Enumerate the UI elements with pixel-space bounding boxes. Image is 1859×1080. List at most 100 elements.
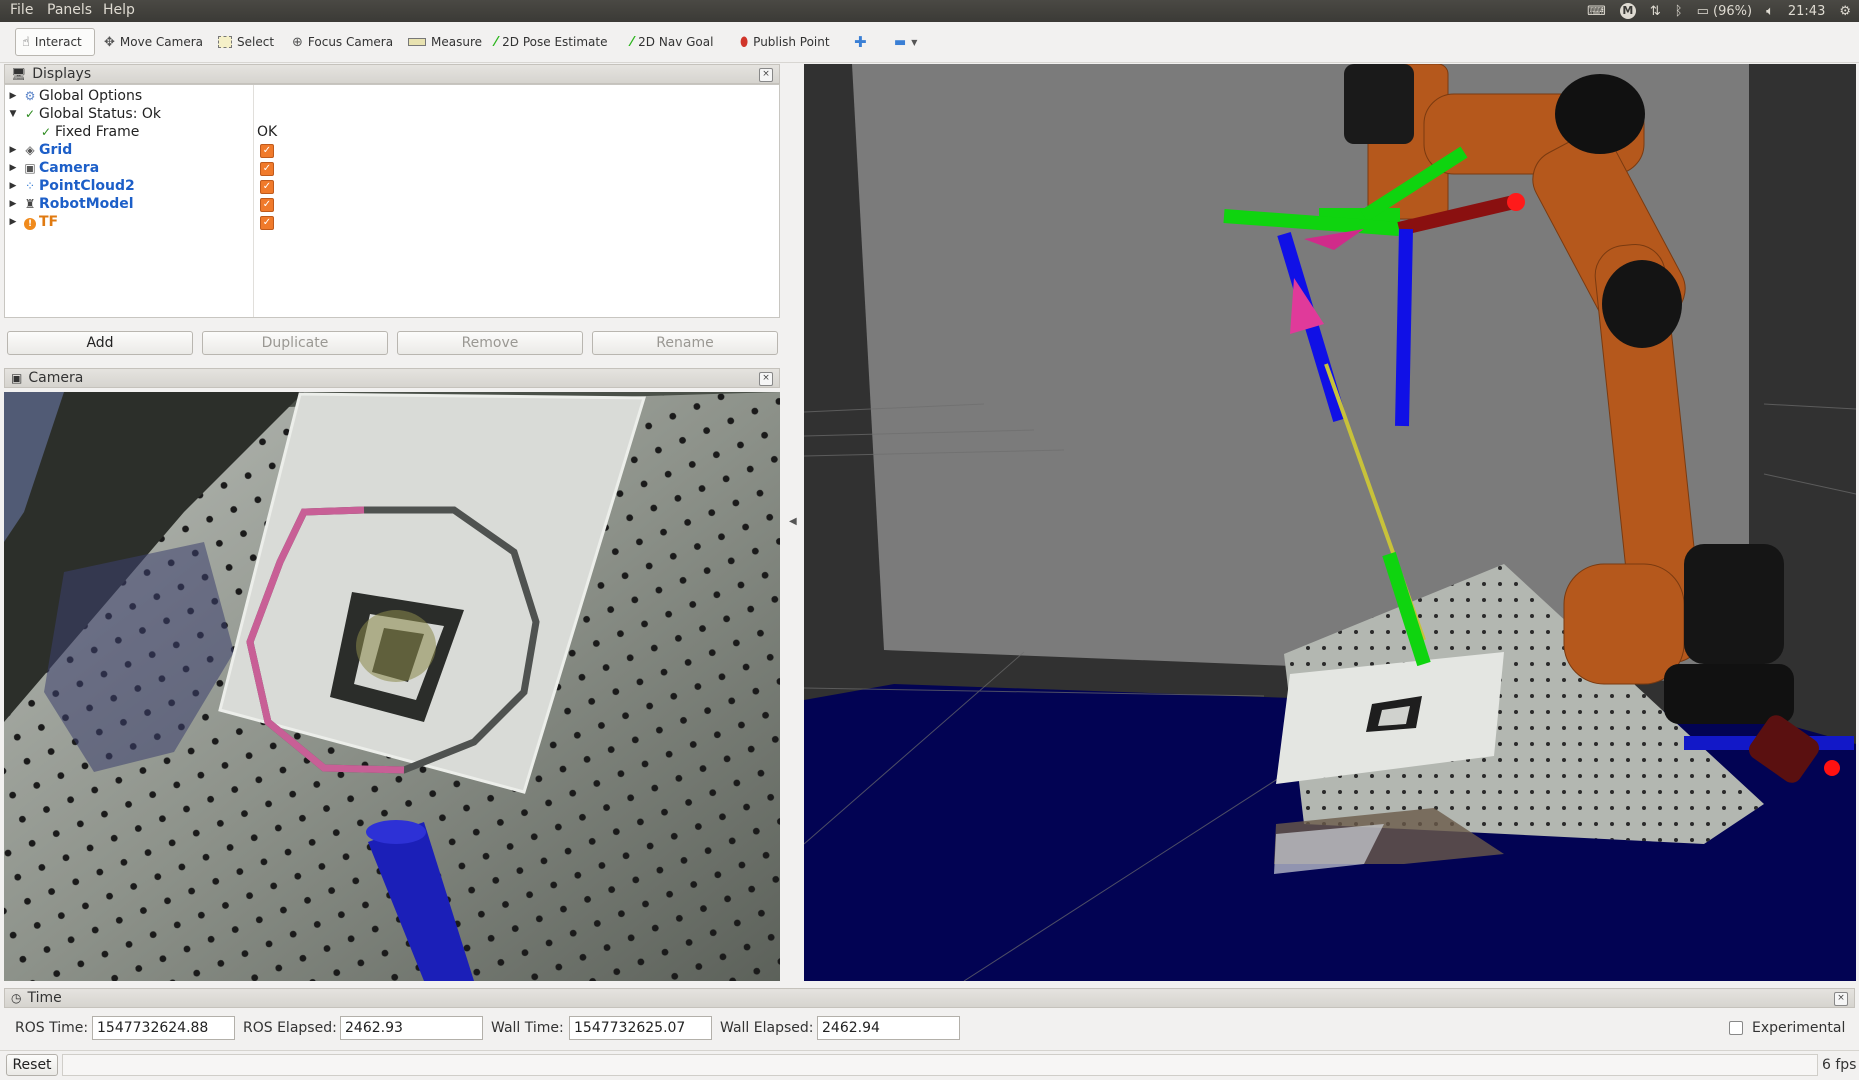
checkmark-icon: ✓	[40, 125, 52, 139]
close-icon[interactable]: ×	[759, 68, 773, 82]
tree-item-global-status[interactable]: ▼ ✓ Global Status: Ok	[5, 105, 161, 123]
clock[interactable]: 21:43	[1788, 4, 1825, 19]
menu-file[interactable]: File	[10, 2, 33, 18]
tree-label: Grid	[39, 142, 73, 158]
mail-m-icon[interactable]: M	[1619, 3, 1636, 19]
tree-item-camera[interactable]: ▶ ▣ Camera	[5, 159, 100, 177]
battery-indicator[interactable]: ▭ (96%)	[1697, 4, 1752, 19]
camera-icon: ▣	[24, 161, 36, 175]
time-panel-header: ◷ Time ×	[4, 988, 1855, 1008]
gear-icon[interactable]: ⚙	[1839, 4, 1851, 19]
tool-move-camera[interactable]: ✥ Move Camera	[98, 28, 209, 56]
wall-time-label: Wall Time:	[491, 1020, 564, 1036]
fixed-frame-value: OK	[257, 124, 278, 140]
battery-percent: (96%)	[1713, 3, 1753, 19]
add-tool-button[interactable]: ✚	[848, 28, 873, 56]
collapse-arrow-icon[interactable]: ▼	[5, 109, 21, 119]
menu-panels[interactable]: Panels	[47, 2, 92, 18]
volume-icon[interactable]: 🔈︎	[1766, 4, 1774, 19]
wall-elapsed-field[interactable]: 2462.94	[817, 1016, 960, 1040]
3d-render-view[interactable]	[804, 64, 1856, 981]
hand-cursor-icon: ☝	[22, 34, 30, 50]
plus-icon: ✚	[854, 33, 867, 51]
remove-tool-button[interactable]: ▬ ▼	[888, 28, 923, 56]
tool-publish-point[interactable]: ⬮ Publish Point	[734, 28, 836, 56]
network-icon[interactable]: ⇅	[1650, 4, 1661, 19]
status-message-area	[62, 1054, 1818, 1076]
ros-time-field[interactable]: 1547732624.88	[92, 1016, 235, 1040]
menu-help[interactable]: Help	[103, 2, 135, 18]
ros-elapsed-field[interactable]: 2462.93	[340, 1016, 483, 1040]
minus-icon: ▬	[894, 34, 907, 50]
grid-enabled-checkbox[interactable]: ✓	[260, 144, 274, 158]
expand-arrow-icon[interactable]: ▶	[5, 145, 21, 155]
gear-icon: ⚙	[24, 89, 36, 103]
ros-time-label: ROS Time:	[15, 1020, 89, 1036]
clock-icon: ◷	[11, 991, 22, 1005]
tool-2d-pose-estimate[interactable]: ⁄ 2D Pose Estimate	[489, 28, 613, 56]
remove-button[interactable]: Remove	[397, 331, 583, 355]
close-icon[interactable]: ×	[1834, 992, 1848, 1006]
wall-elapsed-label: Wall Elapsed:	[720, 1020, 814, 1036]
tree-item-pointcloud2[interactable]: ▶ ⁘ PointCloud2	[5, 177, 135, 195]
displays-tree: ▶ ⚙ Global Options ▼ ✓ Global Status: Ok…	[4, 84, 780, 318]
expand-arrow-icon[interactable]: ▶	[5, 181, 21, 191]
robotmodel-enabled-checkbox[interactable]: ✓	[260, 198, 274, 212]
keyboard-icon[interactable]: ⌨	[1587, 4, 1606, 19]
wall-time-field[interactable]: 1547732625.07	[569, 1016, 712, 1040]
robot-icon: ♜	[24, 197, 36, 211]
pointcloud2-enabled-checkbox[interactable]: ✓	[260, 180, 274, 194]
green-arrow-icon: ⁄	[495, 34, 498, 50]
monitor-icon: 🖥︎	[11, 67, 27, 81]
displays-title: Displays	[32, 66, 92, 82]
experimental-label: Experimental	[1752, 1020, 1846, 1036]
tree-label: Camera	[39, 160, 100, 176]
tf-enabled-checkbox[interactable]: ✓	[260, 216, 274, 230]
tree-item-tf[interactable]: ▶ ! TF	[5, 213, 59, 231]
toolbar: ☝ Interact ✥ Move Camera Select ⊕ Focus Cam…	[0, 22, 1859, 63]
tool-label: 2D Pose Estimate	[502, 35, 608, 49]
camera-enabled-checkbox[interactable]: ✓	[260, 162, 274, 176]
expand-arrow-icon[interactable]: ▶	[5, 163, 21, 173]
tool-measure[interactable]: Measure	[402, 28, 488, 56]
time-title: Time	[27, 990, 62, 1006]
camera-image-view[interactable]	[4, 392, 780, 981]
displays-panel-header: 🖥︎ Displays ×	[4, 64, 780, 84]
reset-button[interactable]: Reset	[6, 1054, 58, 1076]
bluetooth-icon[interactable]: ᛒ	[1675, 4, 1683, 19]
tree-item-fixed-frame[interactable]: ✓ Fixed Frame	[37, 123, 139, 141]
ros-elapsed-label: ROS Elapsed:	[243, 1020, 337, 1036]
tool-2d-nav-goal[interactable]: ⁄ 2D Nav Goal	[625, 28, 719, 56]
status-bar: Reset 6 fps	[0, 1050, 1859, 1080]
tree-label: Global Status: Ok	[39, 106, 162, 122]
chevron-down-icon: ▼	[911, 37, 918, 47]
battery-icon: ▭	[1696, 3, 1709, 19]
tree-label: PointCloud2	[39, 178, 135, 194]
tree-item-grid[interactable]: ▶ ◈ Grid	[5, 141, 73, 159]
tool-select[interactable]: Select	[212, 28, 280, 56]
splitter-left-arrow-icon[interactable]: ◀	[789, 516, 797, 527]
tree-label: TF	[39, 214, 59, 230]
duplicate-button[interactable]: Duplicate	[202, 331, 388, 355]
experimental-checkbox[interactable]	[1729, 1021, 1743, 1035]
tool-label: Focus Camera	[307, 35, 394, 49]
expand-arrow-icon[interactable]: ▶	[5, 217, 21, 227]
expand-arrow-icon[interactable]: ▶	[5, 199, 21, 209]
move-camera-icon: ✥	[104, 34, 115, 50]
tool-interact[interactable]: ☝ Interact	[15, 28, 95, 56]
tool-label: 2D Nav Goal	[638, 35, 714, 49]
tree-item-robotmodel[interactable]: ▶ ♜ RobotModel	[5, 195, 134, 213]
close-icon[interactable]: ×	[759, 372, 773, 386]
add-button[interactable]: Add	[7, 331, 193, 355]
3d-scene	[804, 64, 1856, 981]
map-pin-icon: ⬮	[740, 34, 749, 50]
rename-button[interactable]: Rename	[592, 331, 778, 355]
focus-camera-icon: ⊕	[292, 34, 303, 50]
camera-icon: ▣	[11, 371, 23, 385]
expand-arrow-icon[interactable]: ▶	[5, 91, 21, 101]
camera-image	[4, 392, 780, 981]
tool-label: Publish Point	[753, 35, 830, 49]
tree-item-global-options[interactable]: ▶ ⚙ Global Options	[5, 87, 143, 105]
camera-title: Camera	[28, 370, 84, 386]
tool-focus-camera[interactable]: ⊕ Focus Camera	[286, 28, 399, 56]
